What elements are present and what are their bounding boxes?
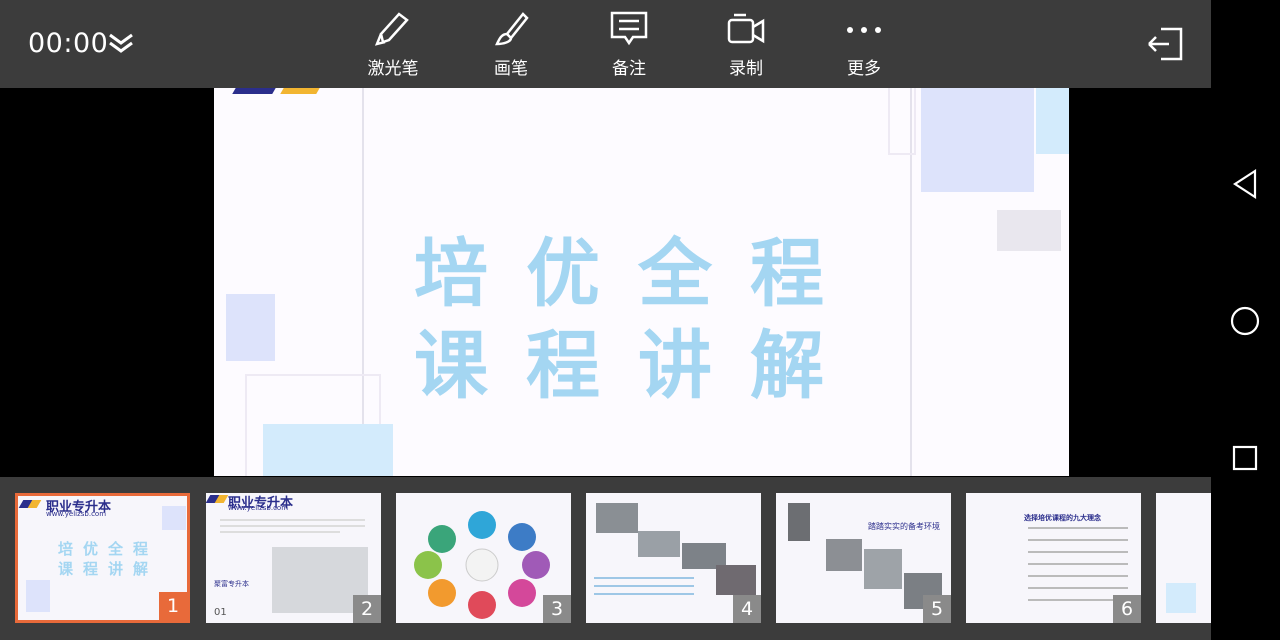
timer: 00:00 [28, 28, 109, 59]
photo [638, 531, 680, 557]
photo [826, 539, 862, 571]
thumbnail-3[interactable]: 3 [396, 493, 571, 623]
text-line [220, 519, 365, 521]
photo [716, 565, 756, 595]
thumbnail-strip[interactable]: 职业专升本 www.yelizsb.com 培优全程 课程讲解 1 职业专升本 … [0, 477, 1211, 640]
current-slide[interactable]: 培优全程 课程讲解 [214, 88, 1069, 476]
slide-number: 6 [1113, 595, 1141, 623]
slide-number: 2 [353, 595, 381, 623]
more-label: 更多 [847, 59, 881, 79]
laser-pen-label: 激光笔 [367, 59, 419, 79]
deco-frame [888, 88, 916, 155]
slide-number: 4 [733, 595, 761, 623]
exit-icon[interactable] [1145, 25, 1185, 67]
laser-pen-icon [348, 10, 438, 48]
deco-square [263, 424, 393, 476]
brush-button[interactable]: 画笔 [466, 8, 556, 82]
text-line [1028, 575, 1128, 577]
slide-title-line1: 培优全程 [414, 231, 862, 317]
text-line [1028, 539, 1128, 541]
notes-icon [584, 10, 674, 48]
slide-number: 5 [923, 595, 951, 623]
logo-mark [232, 88, 284, 94]
recents-icon[interactable] [1229, 442, 1261, 478]
notes-label: 备注 [612, 59, 646, 79]
thumbnail-2[interactable]: 职业专升本 www.yelizsb.com 聚富专升本 01 2 [206, 493, 381, 623]
brush-icon [466, 10, 556, 48]
presentation-toolbar: 00:00 激光笔 画笔 备注 录制 更多 [0, 0, 1211, 88]
text-line [1028, 587, 1128, 589]
thumb-url: www.yelizsb.com [228, 504, 289, 512]
text-line [1028, 563, 1128, 565]
slide-number: 3 [543, 595, 571, 623]
system-nav-bar [1211, 0, 1280, 640]
record-label: 录制 [729, 59, 763, 79]
deco-square [997, 210, 1061, 251]
photo [596, 503, 638, 533]
text-line [594, 577, 694, 579]
deco-square [921, 88, 1034, 192]
thumbnail-1[interactable]: 职业专升本 www.yelizsb.com 培优全程 课程讲解 1 [15, 493, 190, 623]
laser-pen-button[interactable]: 激光笔 [348, 8, 438, 82]
notes-button[interactable]: 备注 [584, 8, 674, 82]
text-line [594, 585, 694, 587]
thumb-caption: 选择培优课程的九大理念 [1024, 514, 1101, 522]
thumbnail-5[interactable]: 踏踏实实的备考环境 5 [776, 493, 951, 623]
record-button[interactable]: 录制 [701, 8, 791, 82]
logo-mark-accent [280, 88, 328, 94]
home-icon[interactable] [1229, 305, 1261, 341]
deco-square [1166, 583, 1196, 613]
deco-square [26, 580, 50, 612]
photo [864, 549, 902, 589]
thumb-url: www.yelizsb.com [46, 510, 107, 518]
thumbnail-4[interactable]: 4 [586, 493, 761, 623]
chevron-down-icon[interactable] [108, 32, 134, 58]
deco-square [226, 294, 275, 361]
more-icon [819, 10, 909, 48]
slide-number: 1 [159, 592, 187, 620]
slide-title-line2: 课程讲解 [414, 323, 862, 409]
deco-square [1036, 88, 1069, 154]
thumbnail-7[interactable] [1156, 493, 1211, 623]
photo [788, 503, 810, 541]
text-line [594, 593, 694, 595]
text-line [1028, 551, 1128, 553]
text-line [220, 525, 365, 527]
thumb-title-line1: 培优全程 [58, 540, 159, 558]
record-icon [701, 10, 791, 48]
thumb-title-line2: 课程讲解 [58, 560, 159, 578]
thumbnail-6[interactable]: 选择培优课程的九大理念 6 [966, 493, 1141, 623]
thumb-caption: 踏踏实实的备考环境 [868, 522, 940, 531]
text-line [1028, 527, 1128, 529]
thumb-sub: 01 [214, 607, 227, 618]
back-icon[interactable] [1229, 168, 1261, 204]
deco-square [162, 506, 186, 530]
text-line [220, 531, 340, 533]
more-button[interactable]: 更多 [819, 8, 909, 82]
brush-label: 画笔 [494, 59, 528, 79]
thumb-caption: 聚富专升本 [214, 580, 249, 588]
